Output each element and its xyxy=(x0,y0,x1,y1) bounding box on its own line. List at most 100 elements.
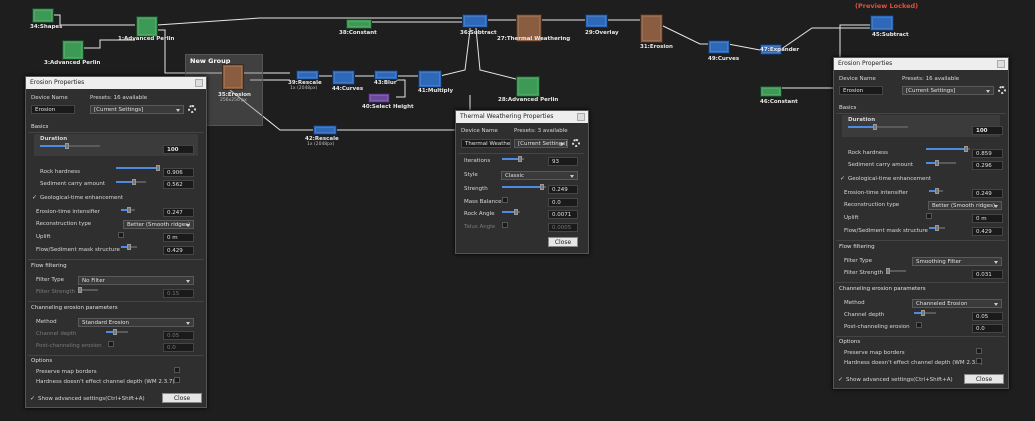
node-n41[interactable] xyxy=(418,70,442,88)
close-button[interactable]: Close xyxy=(964,374,1004,384)
recon-dropdown[interactable]: Better (Smooth ridges) xyxy=(928,201,1002,210)
intensifier-value[interactable]: 0.249 xyxy=(972,189,1003,198)
erosion-properties-panel-left[interactable]: Erosion Properties Device Name Presets: 16… xyxy=(25,76,207,408)
node-n29[interactable] xyxy=(585,14,608,28)
advanced-settings-checkbox[interactable]: ✓ xyxy=(30,395,35,402)
filter-strength-slider[interactable] xyxy=(886,268,906,274)
node-n34[interactable] xyxy=(32,8,54,23)
post-channeling-value[interactable]: 0.0 xyxy=(163,343,194,352)
thermal-weathering-properties-panel[interactable]: Thermal Weathering Properties Device Name… xyxy=(455,110,589,254)
filter-type-dropdown[interactable]: No Filter xyxy=(78,276,194,285)
hardness-checkbox[interactable] xyxy=(174,377,180,383)
strength-value[interactable]: 0.249 xyxy=(548,185,578,194)
method-dropdown[interactable]: Channeled Erosion xyxy=(912,299,1002,308)
channel-depth-slider[interactable] xyxy=(106,329,128,335)
recon-dropdown[interactable]: Better (Smooth ridges) xyxy=(123,220,194,229)
slider-knob[interactable] xyxy=(132,179,136,185)
close-icon[interactable] xyxy=(997,60,1005,68)
sediment-value[interactable]: 0.562 xyxy=(163,180,194,189)
gear-icon[interactable] xyxy=(572,139,580,147)
slider-knob[interactable] xyxy=(934,160,939,166)
slider-knob[interactable] xyxy=(127,207,132,213)
method-dropdown[interactable]: Standard Erosion xyxy=(78,318,194,327)
channel-depth-value[interactable]: 0.05 xyxy=(972,312,1003,321)
rock-angle-slider[interactable] xyxy=(502,209,520,215)
advanced-settings-checkbox[interactable]: ✓ xyxy=(838,376,843,383)
post-channeling-toggle[interactable] xyxy=(108,341,114,347)
presets-dropdown[interactable]: [Current Settings] xyxy=(90,105,184,114)
node-n35[interactable] xyxy=(222,64,244,90)
iterations-slider[interactable] xyxy=(502,156,524,162)
flow-value[interactable]: 0.429 xyxy=(163,246,194,255)
rock-angle-value[interactable]: 0.0071 xyxy=(548,210,578,219)
uplift-toggle[interactable] xyxy=(118,232,124,238)
post-channeling-value[interactable]: 0.0 xyxy=(972,324,1003,333)
uplift-toggle[interactable] xyxy=(926,213,932,219)
node-n1[interactable] xyxy=(136,16,158,37)
node-n42[interactable] xyxy=(313,125,337,135)
flow-value[interactable]: 0.429 xyxy=(972,227,1003,236)
node-n31[interactable] xyxy=(640,14,663,43)
slider-knob[interactable] xyxy=(65,143,69,149)
slider-knob[interactable] xyxy=(539,184,544,190)
node-n36[interactable] xyxy=(462,14,488,28)
slider-knob[interactable] xyxy=(963,146,968,152)
slider-knob[interactable] xyxy=(78,287,82,293)
rock-hardness-value[interactable]: 0.906 xyxy=(163,168,194,177)
iterations-value[interactable]: 93 xyxy=(548,157,578,166)
gear-icon[interactable] xyxy=(188,105,196,113)
node-n46[interactable] xyxy=(760,86,782,97)
slider-knob[interactable] xyxy=(873,124,877,130)
channel-depth-value[interactable]: 0.05 xyxy=(163,331,194,340)
slider-knob[interactable] xyxy=(517,156,522,162)
filter-strength-slider[interactable] xyxy=(78,287,98,293)
close-icon[interactable] xyxy=(195,79,203,87)
device-name-input[interactable]: Erosion xyxy=(839,86,883,95)
uplift-value[interactable]: 0 m xyxy=(972,214,1003,223)
filter-strength-value[interactable]: 0.15 xyxy=(163,289,194,298)
sediment-slider[interactable] xyxy=(116,179,146,185)
rock-hardness-slider[interactable] xyxy=(116,165,160,171)
geo-checkbox[interactable]: ✓ xyxy=(840,175,845,182)
channel-depth-slider[interactable] xyxy=(914,310,936,316)
sediment-slider[interactable] xyxy=(926,160,956,166)
geo-checkbox[interactable]: ✓ xyxy=(32,194,37,201)
uplift-value[interactable]: 0 m xyxy=(163,233,194,242)
duration-slider[interactable] xyxy=(848,124,908,130)
slider-knob[interactable] xyxy=(514,209,519,215)
intensifier-slider[interactable] xyxy=(121,207,135,213)
node-n44[interactable] xyxy=(332,70,355,85)
close-button[interactable]: Close xyxy=(548,237,578,247)
presets-dropdown[interactable]: [Current Settings] xyxy=(514,139,568,148)
node-n49[interactable] xyxy=(708,40,730,54)
filter-type-dropdown[interactable]: Smoothing Filter xyxy=(912,257,1002,266)
strength-slider[interactable] xyxy=(502,184,546,190)
filter-strength-value[interactable]: 0.031 xyxy=(972,270,1003,279)
duration-value[interactable]: 100 xyxy=(163,145,194,154)
intensifier-slider[interactable] xyxy=(929,188,943,194)
slider-knob[interactable] xyxy=(127,244,131,250)
sediment-value[interactable]: 0.296 xyxy=(972,161,1003,170)
preserve-borders-checkbox[interactable] xyxy=(174,367,180,373)
post-channeling-toggle[interactable] xyxy=(916,322,922,328)
preserve-borders-checkbox[interactable] xyxy=(976,348,982,354)
device-name-input[interactable]: Thermal Weathering xyxy=(461,139,511,148)
node-n43[interactable] xyxy=(374,70,398,80)
node-n45[interactable] xyxy=(870,15,894,31)
slider-knob[interactable] xyxy=(935,225,939,231)
slider-knob[interactable] xyxy=(155,165,160,171)
slider-knob[interactable] xyxy=(935,188,940,194)
mass-balance-toggle[interactable] xyxy=(502,197,508,203)
hardness-checkbox[interactable] xyxy=(976,358,982,364)
rock-hardness-slider[interactable] xyxy=(926,146,970,152)
mass-balance-value[interactable]: 0.0 xyxy=(548,198,578,207)
presets-dropdown[interactable]: [Current Settings] xyxy=(902,86,994,95)
slider-knob[interactable] xyxy=(920,310,925,316)
style-dropdown[interactable]: Classic xyxy=(501,171,578,180)
flow-slider[interactable] xyxy=(929,225,945,231)
talus-angle-value[interactable]: 0.0005 xyxy=(548,223,578,232)
node-n3[interactable] xyxy=(62,40,84,60)
node-n40[interactable] xyxy=(368,93,390,103)
node-n39[interactable] xyxy=(296,70,319,80)
gear-icon[interactable] xyxy=(998,86,1006,94)
